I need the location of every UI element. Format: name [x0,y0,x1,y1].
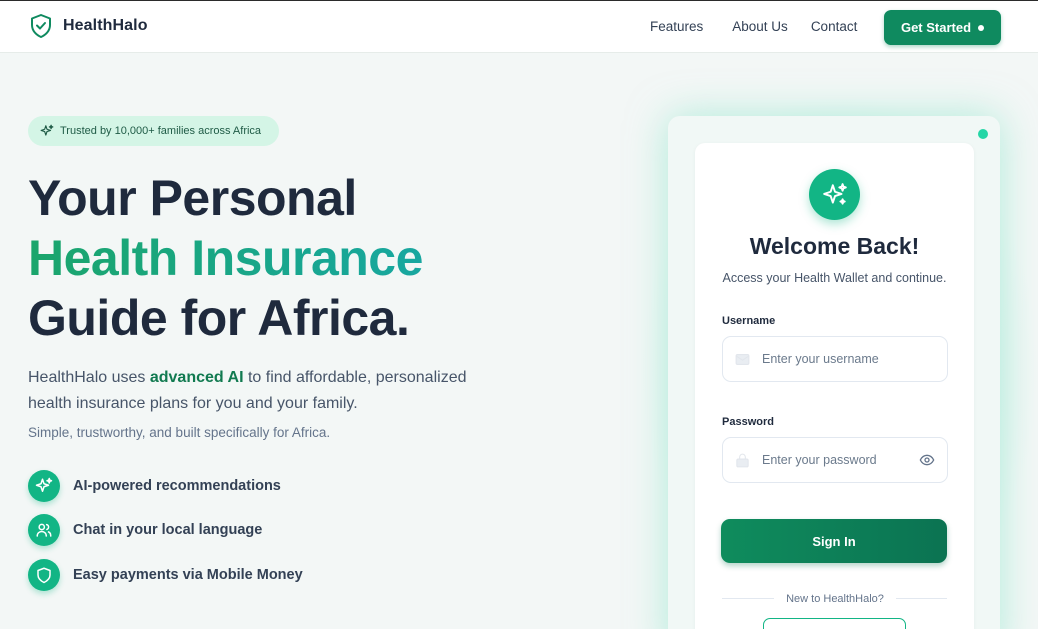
eye-icon[interactable] [919,452,935,468]
hero-title-line2: Health Insurance [28,230,423,286]
password-input[interactable] [762,453,912,467]
trust-badge-text: Trusted by 10,000+ families across Afric… [60,125,262,137]
sparkles-icon [28,470,60,502]
password-field[interactable] [722,437,948,483]
nav-link-features[interactable]: Features [650,19,703,34]
nav-link-contact[interactable]: Contact [811,19,858,34]
feature-label: Easy payments via Mobile Money [73,567,303,583]
login-subtitle: Access your Health Wallet and continue. [722,271,947,285]
new-user-prompt: New to HealthHalo? [722,593,948,605]
password-label: Password [722,416,774,428]
hero-title: Your Personal Health Insurance Guide for… [28,168,423,348]
hero-title-line3: Guide for Africa. [28,290,410,346]
get-started-button[interactable]: Get Started [884,10,1001,45]
brand-name: HealthHalo [63,17,148,34]
nav-link-about-us[interactable]: About Us [732,19,788,34]
mail-icon [734,351,751,368]
users-icon [28,514,60,546]
shield-icon [28,559,60,591]
dot-icon [978,24,985,31]
lead-highlight: advanced AI [149,369,244,386]
feature-label: AI-powered recommendations [73,478,281,494]
feature-label: Chat in your local language [73,522,263,538]
feature-item: AI-powered recommendations [28,470,281,502]
feature-item: Chat in your local language [28,514,262,546]
sparkles-icon [40,124,54,138]
hero-sublead: Simple, trustworthy, and built specifica… [28,425,331,440]
hero-lead: HealthHalo uses advanced AI to find affo… [28,365,488,417]
username-field[interactable] [722,336,948,382]
brand[interactable]: HealthHalo [29,13,148,39]
lock-icon [734,452,751,469]
lead-prefix: HealthHalo uses [28,369,150,386]
username-label: Username [722,315,776,327]
nav-links: Features About Us Contact [650,19,857,34]
sign-in-button[interactable]: Sign In [721,519,947,563]
username-input[interactable] [762,352,912,366]
get-started-label: Get Started [900,20,972,35]
feature-item: Easy payments via Mobile Money [28,559,303,591]
sparkles-icon [809,169,860,220]
top-navbar: HealthHalo Features About Us Contact Get… [0,0,1038,53]
new-user-prompt-text: New to HealthHalo? [778,593,892,605]
trust-badge: Trusted by 10,000+ families across Afric… [28,116,279,146]
shield-check-icon [29,13,53,39]
hero-title-line1: Your Personal [28,170,357,226]
login-title: Welcome Back! [749,233,920,259]
status-dot [978,129,988,139]
create-account-button[interactable] [763,618,906,629]
